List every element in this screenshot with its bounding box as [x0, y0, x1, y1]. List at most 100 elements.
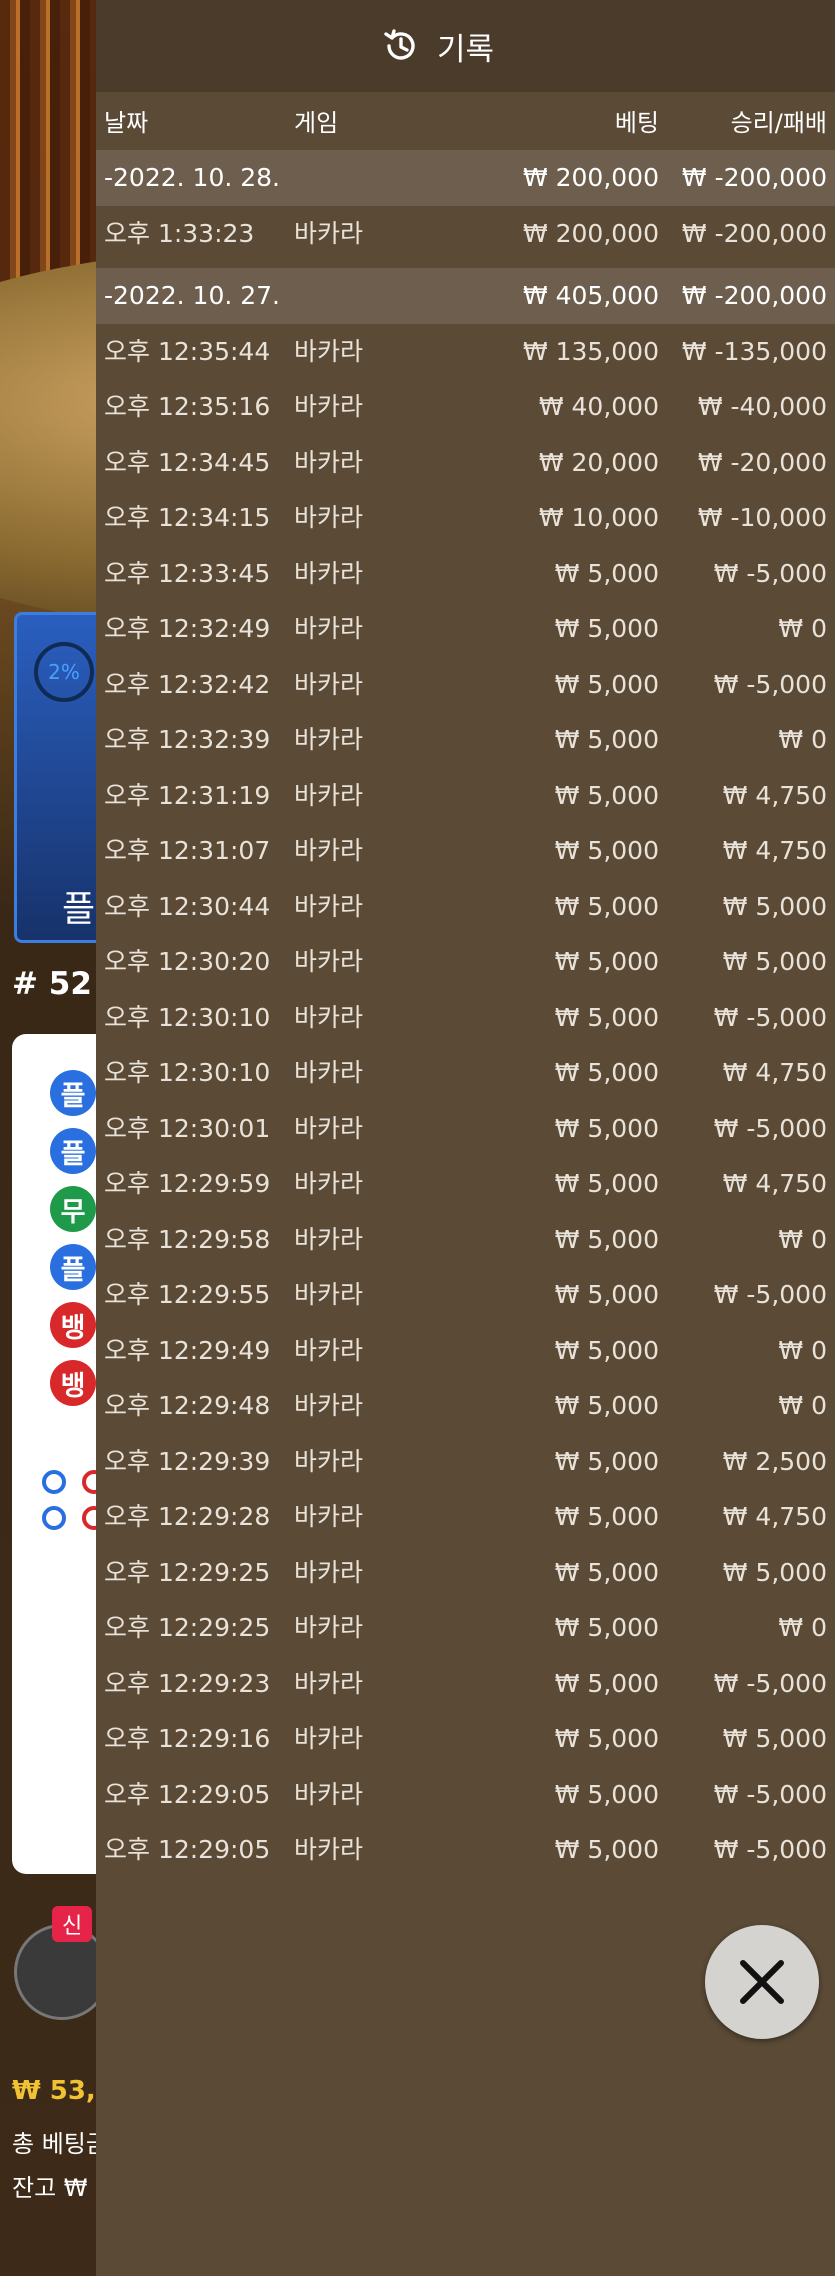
- history-row-bet: ₩ 5,000: [554, 1058, 659, 1087]
- history-row-bet: ₩ 5,000: [554, 1224, 659, 1254]
- history-row-time: 오후 12:29:16: [104, 1724, 271, 1753]
- history-row-game: 바카라: [294, 336, 364, 366]
- history-row-time: 오후 12:29:25: [104, 1557, 271, 1587]
- history-title: 기록: [436, 31, 495, 68]
- bead-tie: 무: [50, 1186, 96, 1232]
- history-row-game: 바카라: [294, 1391, 364, 1420]
- history-row-result: ₩ 5,000: [722, 1724, 827, 1753]
- history-row-result: ₩ -5,000: [713, 1002, 827, 1032]
- player-bet-label: 플: [62, 889, 96, 930]
- history-row-time: 오후 12:30:20: [104, 947, 271, 976]
- history-row-game: 바카라: [294, 947, 364, 976]
- history-row-game: 바카라: [294, 1058, 364, 1087]
- history-row-game: 바카라: [294, 392, 364, 421]
- history-row-result: ₩ 0: [778, 1335, 827, 1365]
- history-row-bet: ₩ 5,000: [554, 1169, 659, 1198]
- history-row-time: 오후 12:29:39: [104, 1446, 271, 1476]
- history-row-time: 오후 12:35:44: [104, 336, 271, 366]
- history-row: 오후 12:29:05 바카라 ₩ 5,000 ₩ -5,000: [96, 1767, 835, 1823]
- history-row-result: ₩ -5,000: [713, 558, 827, 588]
- history-row: 오후 12:32:42 바카라 ₩ 5,000 ₩ -5,000: [96, 657, 835, 713]
- history-row-result: ₩ -20,000: [697, 447, 827, 477]
- column-headers: 날짜 게임 베팅 승리/패배: [96, 98, 835, 148]
- date-group-row: -2022. 10. 28. ₩ 200,000 ₩ -200,000: [96, 150, 835, 206]
- history-list[interactable]: -2022. 10. 28. ₩ 200,000 ₩ -200,000 오후 1:33…: [96, 150, 835, 1878]
- history-row-bet: ₩ 200,000: [522, 219, 659, 248]
- history-row-game: 바카라: [294, 503, 364, 532]
- history-row-result: ₩ -5,000: [713, 669, 827, 699]
- column-header-date: 날짜: [104, 109, 149, 137]
- history-row-bet: ₩ 5,000: [554, 947, 659, 976]
- history-row-result: ₩ 4,750: [722, 1169, 827, 1198]
- history-row-result: ₩ -5,000: [713, 1779, 827, 1809]
- history-row-time: 오후 12:35:16: [104, 392, 271, 421]
- history-row-time: 오후 12:29:05: [104, 1835, 271, 1864]
- history-row: 오후 12:30:20 바카라 ₩ 5,000 ₩ 5,000: [96, 934, 835, 990]
- history-row: 오후 1:33:23 바카라 ₩ 200,000 ₩ -200,000: [96, 206, 835, 262]
- history-row-game: 바카라: [294, 1668, 364, 1698]
- history-row: 오후 12:29:23 바카라 ₩ 5,000 ₩ -5,000: [96, 1656, 835, 1712]
- history-row-result: ₩ 4,750: [722, 1058, 827, 1087]
- history-row-bet: ₩ 5,000: [554, 891, 659, 921]
- history-row-result: ₩ 0: [778, 1613, 827, 1642]
- history-row-bet: ₩ 5,000: [554, 780, 659, 810]
- history-row-game: 바카라: [294, 725, 364, 754]
- history-row-time: 오후 12:29:48: [104, 1391, 271, 1420]
- history-row-game: 바카라: [294, 1335, 364, 1365]
- history-row-bet: ₩ 5,000: [554, 1002, 659, 1032]
- history-row-time: 오후 12:29:49: [104, 1335, 271, 1365]
- history-row-result: ₩ 5,000: [722, 947, 827, 976]
- history-row: 오후 12:29:25 바카라 ₩ 5,000 ₩ 0: [96, 1600, 835, 1656]
- history-row-bet: ₩ 5,000: [554, 1446, 659, 1476]
- history-row-game: 바카라: [294, 1502, 364, 1531]
- history-row-time: 오후 12:31:07: [104, 836, 271, 865]
- history-row-time: 오후 12:33:45: [104, 558, 271, 588]
- history-row-game: 바카라: [294, 558, 364, 588]
- date-group-date: -2022. 10. 27.: [104, 280, 281, 310]
- history-row-result: ₩ -5,000: [713, 1113, 827, 1143]
- history-row-game: 바카라: [294, 1446, 364, 1476]
- history-row-game: 바카라: [294, 219, 364, 248]
- history-row-bet: ₩ 5,000: [554, 669, 659, 699]
- history-row-bet: ₩ 10,000: [538, 503, 659, 532]
- history-row-result: ₩ -5,000: [713, 1668, 827, 1698]
- history-row-result: ₩ 4,750: [722, 836, 827, 865]
- history-row-time: 오후 12:29:59: [104, 1169, 271, 1198]
- history-row: 오후 12:33:45 바카라 ₩ 5,000 ₩ -5,000: [96, 546, 835, 602]
- big-road-mark: [42, 1470, 66, 1494]
- history-row-result: ₩ 0: [778, 725, 827, 754]
- history-row: 오후 12:30:01 바카라 ₩ 5,000 ₩ -5,000: [96, 1101, 835, 1157]
- history-row: 오후 12:31:07 바카라 ₩ 5,000 ₩ 4,750: [96, 823, 835, 879]
- history-row-result: ₩ -40,000: [697, 392, 827, 421]
- history-row: 오후 12:29:05 바카라 ₩ 5,000 ₩ -5,000: [96, 1822, 835, 1878]
- date-group-date: -2022. 10. 28.: [104, 163, 281, 192]
- history-row-game: 바카라: [294, 780, 364, 810]
- history-row-game: 바카라: [294, 1724, 364, 1753]
- history-row-bet: ₩ 5,000: [554, 1724, 659, 1753]
- column-header-result: 승리/패배: [730, 109, 827, 137]
- history-row-game: 바카라: [294, 1280, 364, 1309]
- history-row-time: 오후 12:32:39: [104, 725, 271, 754]
- history-row-bet: ₩ 5,000: [554, 1391, 659, 1420]
- history-row-game: 바카라: [294, 1002, 364, 1032]
- history-row: 오후 12:29:48 바카라 ₩ 5,000 ₩ 0: [96, 1378, 835, 1434]
- history-row-game: 바카라: [294, 1779, 364, 1809]
- history-row-bet: ₩ 20,000: [538, 447, 659, 477]
- history-row: 오후 12:30:44 바카라 ₩ 5,000 ₩ 5,000: [96, 879, 835, 935]
- history-row: 오후 12:29:16 바카라 ₩ 5,000 ₩ 5,000: [96, 1711, 835, 1767]
- history-row-game: 바카라: [294, 669, 364, 699]
- new-badge: 신: [52, 1906, 93, 1942]
- close-icon: [740, 1960, 784, 2004]
- history-row-bet: ₩ 135,000: [522, 336, 659, 366]
- bead-banker: 뱅: [50, 1302, 96, 1348]
- date-group-total-result: ₩ -200,000: [681, 280, 827, 310]
- history-row-time: 오후 12:30:10: [104, 1058, 271, 1087]
- history-row-result: ₩ -5,000: [713, 1835, 827, 1864]
- history-row-time: 오후 12:29:05: [104, 1779, 271, 1809]
- close-button[interactable]: [705, 1925, 819, 2039]
- history-row-result: ₩ -200,000: [681, 219, 827, 248]
- history-row-time: 오후 12:30:10: [104, 1002, 271, 1032]
- history-row-time: 오후 12:29:23: [104, 1668, 271, 1698]
- history-header: 기록: [96, 0, 835, 92]
- date-group-total-bet: ₩ 200,000: [522, 163, 659, 192]
